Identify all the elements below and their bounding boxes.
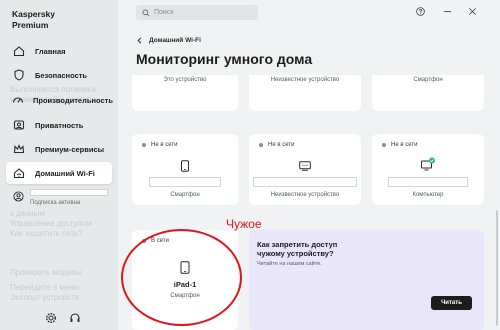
search-input[interactable]: Поиск xyxy=(136,5,258,20)
device-kind: Неизвестное устройство xyxy=(270,77,340,83)
shield-icon xyxy=(12,68,26,82)
close-button[interactable] xyxy=(467,6,477,16)
redacted-device-name xyxy=(149,177,221,187)
sidebar-item-label: Безопасность xyxy=(35,70,88,80)
page-title: Мониторинг умного дома xyxy=(136,51,313,67)
sidebar: Выполняется проверка уязвимостей и досту… xyxy=(0,0,118,330)
unknown-device-icon xyxy=(299,161,311,171)
headset-icon[interactable] xyxy=(69,312,81,324)
promo-subtitle: Читайте на нашем сайте. xyxy=(257,261,322,267)
sidebar-item-premium[interactable]: Премиум-сервисы xyxy=(6,138,112,160)
subscription-label: Подписка активна xyxy=(30,200,81,206)
smartphone-icon xyxy=(181,160,189,172)
app-title-line2: Premium xyxy=(12,20,49,30)
device-card[interactable]: Смартфон xyxy=(372,75,484,111)
sidebar-item-home[interactable]: Главная xyxy=(6,40,112,62)
gear-icon[interactable] xyxy=(45,312,57,324)
ghost-text: Перейдите в меню xyxy=(10,283,80,292)
sidebar-item-security[interactable]: Безопасность xyxy=(6,64,112,86)
device-kind: Смартфон xyxy=(170,192,200,198)
device-kind: Неизвестное устройство xyxy=(270,192,340,198)
computer-icon xyxy=(421,157,435,171)
device-card[interactable]: Не в сети Компьютер xyxy=(372,134,484,205)
device-card[interactable]: Это устройство xyxy=(132,75,238,111)
sidebar-item-privacy[interactable]: Приватность xyxy=(6,114,112,136)
sidebar-item-home-wifi[interactable]: Домашний Wi-Fi xyxy=(6,162,112,184)
promo-title: Как запретить доступ чужому устройству? xyxy=(257,240,338,258)
sidebar-item-label: Премиум-сервисы xyxy=(35,144,105,154)
device-card[interactable]: Не в сети Смартфон xyxy=(132,134,238,205)
annotation-circle xyxy=(121,229,242,326)
question-icon xyxy=(415,6,425,16)
sidebar-item-label: Домашний Wi-Fi xyxy=(35,168,95,178)
wifi-home-icon xyxy=(12,166,26,180)
sidebar-item-label: Приватность xyxy=(35,120,84,130)
breadcrumb[interactable]: Домашний Wi-Fi xyxy=(136,37,201,44)
annotation-label: Чужое xyxy=(226,217,262,231)
search-placeholder: Поиск xyxy=(154,9,174,16)
breadcrumb-label: Домашний Wi-Fi xyxy=(149,37,201,44)
status-label: Не в сети xyxy=(391,142,418,148)
sidebar-item-label: Главная xyxy=(35,46,66,56)
subscription-status[interactable]: Подписка активна xyxy=(12,188,112,212)
crown-icon xyxy=(12,142,26,156)
ghost-text: Как защитить сеть? xyxy=(10,229,83,238)
scrollbar[interactable] xyxy=(496,210,498,326)
promo-card: Как запретить доступ чужому устройству? … xyxy=(249,230,484,330)
home-icon xyxy=(12,44,26,58)
ghost-text: Управление доступом xyxy=(10,219,92,228)
redacted-account xyxy=(30,189,108,196)
minimize-button[interactable] xyxy=(442,6,452,16)
redacted-device-name xyxy=(253,177,357,187)
sidebar-item-performance[interactable]: Производительность xyxy=(6,89,113,111)
status-label: Не в сети xyxy=(268,142,295,148)
device-status: Не в сети xyxy=(382,142,417,148)
chevron-left-icon xyxy=(137,37,142,44)
device-kind: Компьютер xyxy=(412,192,444,198)
device-kind: Это устройство xyxy=(163,77,207,83)
device-card[interactable]: Неизвестное устройство xyxy=(249,75,361,111)
privacy-icon xyxy=(12,118,26,132)
app-title-line1: Kaspersky xyxy=(12,9,56,19)
status-label: Не в сети xyxy=(151,142,178,148)
status-dot xyxy=(382,143,386,147)
close-icon xyxy=(468,7,476,15)
device-status: Не в сети xyxy=(142,142,177,148)
redacted-device-name xyxy=(388,177,468,187)
device-kind: Смартфон xyxy=(413,77,443,83)
read-button[interactable]: Читать xyxy=(431,296,472,310)
device-card[interactable]: Не в сети Неизвестное устройство xyxy=(249,134,361,205)
status-dot xyxy=(259,143,263,147)
ghost-text: Проверить модемы xyxy=(10,268,83,277)
status-dot xyxy=(142,143,146,147)
minimize-icon xyxy=(443,10,451,12)
device-status: Не в сети xyxy=(259,142,294,148)
app-logo: Kaspersky Premium xyxy=(12,9,55,31)
sidebar-item-label: Производительность xyxy=(33,95,113,105)
help-button[interactable] xyxy=(415,6,425,16)
ghost-text: Экспорт устройств xyxy=(10,293,80,302)
search-icon xyxy=(142,8,150,17)
user-icon xyxy=(13,191,24,202)
speedometer-icon xyxy=(12,93,24,107)
